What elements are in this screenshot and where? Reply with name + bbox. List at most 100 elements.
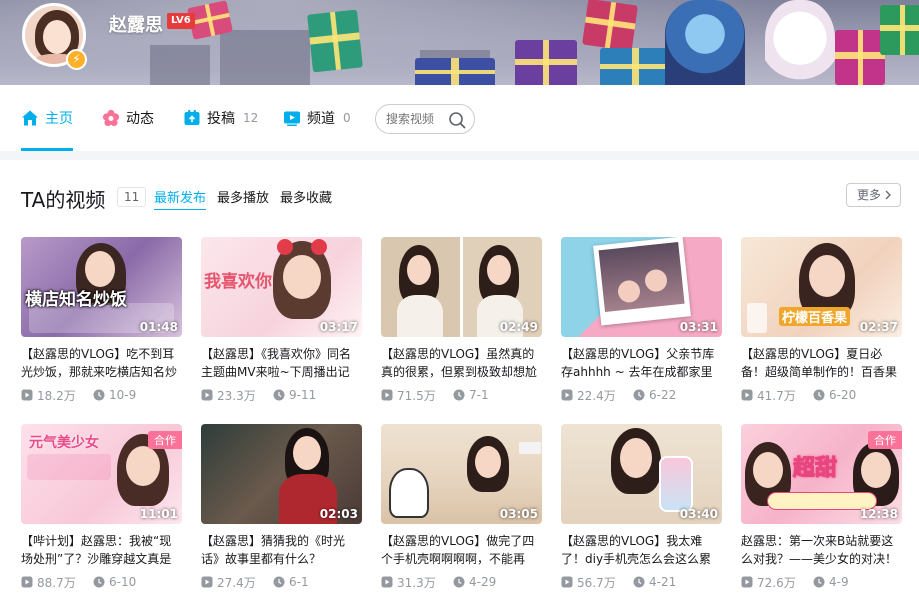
play-icon	[561, 576, 573, 588]
video-title[interactable]: 【哔计划】赵露思：我被“现场处刑”了？沙雕穿越文真是	[21, 532, 182, 568]
video-card[interactable]: 03:05 【赵露思的VLOG】做完了四个手机壳啊啊啊啊，不能再 31.3万 4…	[381, 424, 542, 594]
video-meta: 41.7万 6-20	[741, 387, 902, 403]
video-title[interactable]: 【赵露思的VLOG】虽然真的真的很累，但累到极致却想尬	[381, 345, 542, 381]
more-label: 更多	[857, 188, 882, 202]
tab-channels[interactable]: 频道 0	[283, 85, 351, 151]
thumbnail-body	[397, 295, 443, 337]
video-title[interactable]: 【赵露思的VLOG】吃不到耳光炒饭，那就来吃横店知名炒	[21, 345, 182, 381]
publish-date: 4-9	[813, 575, 849, 589]
sort-most-favorited[interactable]: 最多收藏	[280, 187, 332, 206]
publish-date-value: 9-11	[289, 388, 317, 402]
video-thumbnail[interactable]: 03:40	[561, 424, 722, 524]
play-icon	[741, 576, 753, 588]
video-duration: 02:03	[319, 507, 358, 521]
publish-date: 6-22	[633, 388, 676, 402]
thumbnail-figure	[753, 452, 783, 488]
video-duration: 03:17	[319, 320, 358, 334]
sort-most-played[interactable]: 最多播放	[217, 187, 269, 206]
profile-banner: ⚡ 赵露思 LV6	[0, 0, 919, 85]
thumbnail-phone-case	[659, 456, 693, 512]
collab-badge: 合作	[148, 431, 182, 449]
video-thumbnail[interactable]: 03:31	[561, 237, 722, 337]
play-count-value: 23.3万	[217, 388, 256, 403]
thumbnail-figure	[861, 452, 891, 488]
play-count: 41.7万	[741, 387, 796, 404]
publish-date-value: 6-22	[649, 388, 677, 402]
more-button[interactable]: 更多	[846, 183, 901, 207]
clock-icon	[93, 576, 105, 588]
video-thumbnail[interactable]: 02:03	[201, 424, 362, 524]
tab-dynamic[interactable]: 动态	[102, 85, 154, 151]
gift-box-decoration	[515, 40, 577, 85]
video-title[interactable]: 【赵露思的VLOG】做完了四个手机壳啊啊啊啊，不能再	[381, 532, 542, 568]
play-count: 56.7万	[561, 574, 616, 591]
video-thumbnail[interactable]: 超甜 合作 12:38	[741, 424, 902, 524]
clock-icon	[633, 389, 645, 401]
video-duration: 02:49	[499, 320, 538, 334]
video-card[interactable]: 元气美少女 合作 11:01 【哔计划】赵露思：我被“现场处刑”了？沙雕穿越文真…	[21, 424, 182, 594]
thumbnail-hair-bow	[311, 239, 327, 255]
play-count-value: 18.2万	[37, 388, 76, 403]
search-input[interactable]	[386, 112, 448, 126]
video-card[interactable]: 柠檬百香果 02:37 【赵露思的VLOG】夏日必备！超级简单制作的！百香果 4…	[741, 237, 902, 407]
play-count: 71.5万	[381, 387, 436, 404]
publish-date: 4-29	[453, 575, 496, 589]
video-card[interactable]: 超甜 合作 12:38 赵露思：第一次来B站就要这么对我？——美少女的对决！ 7…	[741, 424, 902, 594]
gift-box-decoration	[835, 30, 885, 85]
video-thumbnail[interactable]: 03:05	[381, 424, 542, 524]
video-card[interactable]: 02:03 【赵露思】猜猜我的《时光话》故事里都有什么？ 27.4万 6-1	[201, 424, 362, 594]
home-icon	[21, 109, 39, 127]
thumbnail-caption: 柠檬百香果	[779, 307, 851, 326]
sort-latest[interactable]: 最新发布	[154, 187, 207, 210]
video-meta: 88.7万 6-10	[21, 574, 182, 590]
video-duration: 11:01	[139, 507, 178, 521]
play-icon	[381, 389, 393, 401]
clock-icon	[273, 576, 285, 588]
video-thumbnail[interactable]: 元气美少女 合作 11:01	[21, 424, 182, 524]
thumbnail-figure	[126, 446, 160, 486]
video-title[interactable]: 【赵露思】《我喜欢你》同名主题曲MV来啦~下周播出记	[201, 345, 362, 381]
video-search-box[interactable]	[375, 104, 475, 134]
thumbnail-caption: 超甜	[792, 456, 838, 482]
video-meta: 23.3万 9-11	[201, 387, 362, 403]
publish-date: 10-9	[93, 388, 136, 402]
video-thumbnail[interactable]: 我喜欢你 03:17	[201, 237, 362, 337]
video-card[interactable]: 我喜欢你 03:17 【赵露思】《我喜欢你》同名主题曲MV来啦~下周播出记 23…	[201, 237, 362, 407]
tab-home[interactable]: 主页	[21, 85, 73, 151]
video-thumbnail[interactable]: 横店知名炒饭 01:48	[21, 237, 182, 337]
thumbnail-sign	[519, 442, 541, 454]
play-count-value: 56.7万	[577, 575, 616, 590]
upload-icon	[183, 109, 201, 127]
publish-date-value: 4-29	[469, 575, 497, 589]
gift-box-decoration	[600, 48, 670, 85]
video-title[interactable]: 【赵露思的VLOG】父亲节库存ahhhh ~ 去年在成都家里的	[561, 345, 722, 381]
thumbnail-figure	[85, 251, 115, 287]
publish-date-value: 4-9	[829, 575, 849, 589]
video-card[interactable]: 03:40 【赵露思的VLOG】我太难了！diy手机壳怎么会这么累 56.7万 …	[561, 424, 722, 594]
publish-date: 7-1	[453, 388, 489, 402]
video-card[interactable]: 03:31 【赵露思的VLOG】父亲节库存ahhhh ~ 去年在成都家里的 22…	[561, 237, 722, 407]
video-card[interactable]: 横店知名炒饭 01:48 【赵露思的VLOG】吃不到耳光炒饭，那就来吃横店知名炒…	[21, 237, 182, 407]
play-count: 23.3万	[201, 387, 256, 404]
video-title[interactable]: 赵露思：第一次来B站就要这么对我？——美少女的对决！	[741, 532, 902, 568]
video-meta: 31.3万 4-29	[381, 574, 542, 590]
publish-date-value: 7-1	[469, 388, 489, 402]
video-meta: 71.5万 7-1	[381, 387, 542, 403]
search-icon[interactable]	[448, 111, 466, 129]
avatar[interactable]: ⚡	[22, 3, 90, 71]
publish-date-value: 6-20	[829, 388, 857, 402]
publish-date: 6-10	[93, 575, 136, 589]
video-title[interactable]: 【赵露思】猜猜我的《时光话》故事里都有什么？	[201, 532, 362, 568]
video-duration: 03:31	[679, 320, 718, 334]
play-count: 88.7万	[21, 574, 76, 591]
video-title[interactable]: 【赵露思的VLOG】夏日必备！超级简单制作的！百香果	[741, 345, 902, 381]
tab-uploads[interactable]: 投稿 12	[183, 85, 258, 151]
video-thumbnail[interactable]: 02:49	[381, 237, 542, 337]
video-thumbnail[interactable]: 柠檬百香果 02:37	[741, 237, 902, 337]
thumbnail-figure	[293, 436, 321, 470]
tab-count: 0	[343, 111, 351, 125]
video-card[interactable]: 02:49 【赵露思的VLOG】虽然真的真的很累，但累到极致却想尬 71.5万 …	[381, 237, 542, 407]
play-icon	[21, 576, 33, 588]
thumbnail-caption: 元气美少女	[29, 435, 99, 451]
video-title[interactable]: 【赵露思的VLOG】我太难了！diy手机壳怎么会这么累	[561, 532, 722, 568]
